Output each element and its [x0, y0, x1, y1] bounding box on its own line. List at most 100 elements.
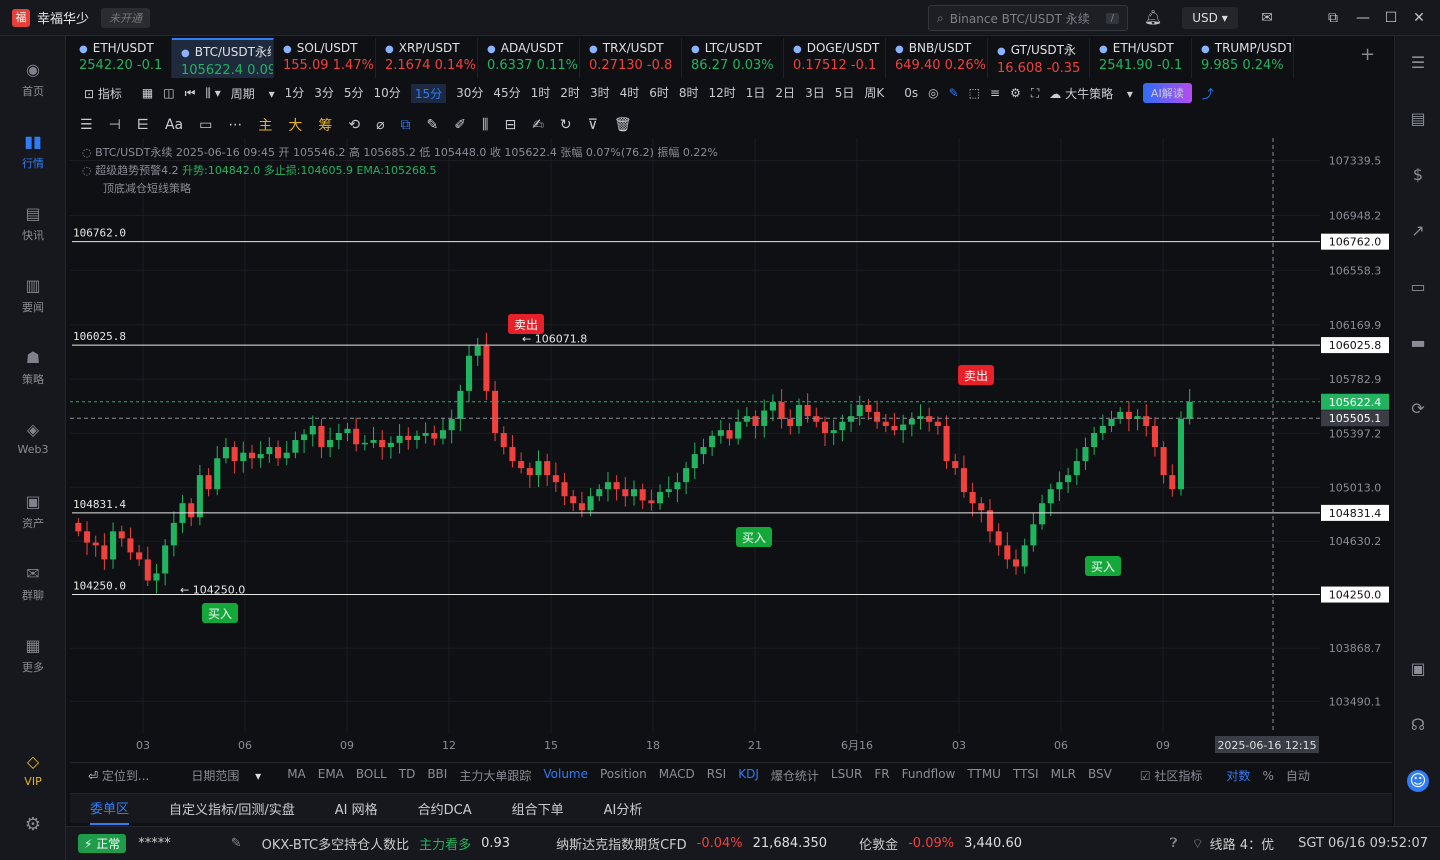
- indicator-TTSI[interactable]: TTSI: [1013, 767, 1039, 784]
- indicator-主力大单跟踪[interactable]: 主力大单跟踪: [459, 767, 531, 784]
- indicator-Fundflow[interactable]: Fundflow: [902, 767, 956, 784]
- interval-2日[interactable]: 2日: [775, 84, 795, 103]
- brush-icon[interactable]: ✐: [454, 117, 466, 133]
- calendar-icon[interactable]: ▦: [142, 86, 153, 100]
- monitor-icon[interactable]: ▭: [1407, 276, 1429, 298]
- chip-tool[interactable]: 筹: [318, 115, 332, 135]
- analysis-icon[interactable]: ↗: [1407, 220, 1429, 242]
- indicator-MA[interactable]: MA: [287, 767, 306, 784]
- symbol-tab[interactable]: ETH/USDT2542.20 -0.1: [70, 38, 172, 78]
- symbol-tab[interactable]: SOL/USDT155.09 1.47%: [274, 38, 376, 78]
- hline-icon[interactable]: ⊣: [109, 117, 121, 133]
- menu-icon[interactable]: ☰: [80, 117, 93, 133]
- panel-tab[interactable]: 合约DCA: [418, 799, 472, 818]
- chart-type-icon[interactable]: ⫼ ▾: [205, 86, 220, 101]
- close-icon[interactable]: ✕: [1410, 9, 1428, 27]
- interval-3日[interactable]: 3日: [805, 84, 825, 103]
- indicator-BSV[interactable]: BSV: [1088, 767, 1112, 784]
- search-input[interactable]: ⌕ Binance BTC/USDT 永续 /: [928, 5, 1128, 31]
- layout-icon[interactable]: ⬚: [969, 86, 980, 100]
- log-scale-toggle[interactable]: 对数: [1226, 767, 1250, 784]
- sidebar-item-1[interactable]: ▮▮ 行情: [0, 132, 66, 171]
- indicator-KDJ[interactable]: KDJ: [738, 767, 759, 784]
- ai-button[interactable]: AI解读: [1142, 83, 1192, 103]
- edit-icon[interactable]: ✎: [231, 836, 242, 851]
- symbol-tab[interactable]: GT/USDT永16.608 -0.35: [988, 38, 1090, 78]
- panel-tab[interactable]: 自定义指标/回测/实盘: [169, 799, 295, 818]
- interval-1分[interactable]: 1分: [285, 84, 305, 103]
- community-indicators[interactable]: ☑ 社区指标: [1140, 767, 1215, 784]
- membership-badge[interactable]: 未开通: [101, 7, 151, 28]
- lock-icon[interactable]: ⊟: [504, 117, 516, 133]
- multiline-icon[interactable]: ⋿: [137, 117, 149, 133]
- symbol-tab[interactable]: TRX/USDT0.27130 -0.8: [580, 38, 682, 78]
- settings-icon[interactable]: ⚙: [0, 814, 66, 835]
- copy-icon[interactable]: ⧉: [401, 117, 411, 133]
- sidebar-item-9[interactable]: ◇ VIP: [0, 752, 66, 788]
- sidebar-item-6[interactable]: ▣ 资产: [0, 492, 66, 531]
- symbol-tab[interactable]: BNB/USDT649.40 0.26%: [886, 38, 988, 78]
- mail-icon[interactable]: ✉: [1258, 9, 1276, 27]
- add-tab-icon[interactable]: +: [1360, 44, 1375, 65]
- draw-icon[interactable]: ✎: [949, 86, 959, 100]
- layout-split-icon[interactable]: ◫: [163, 86, 174, 100]
- sidebar-item-7[interactable]: ✉ 群聊: [0, 564, 66, 603]
- panel-tab[interactable]: AI分析: [604, 799, 643, 818]
- interval-5分[interactable]: 5分: [344, 84, 364, 103]
- panel-tab[interactable]: 委单区: [90, 792, 130, 825]
- percent-toggle[interactable]: %: [1262, 769, 1273, 783]
- interval-1日[interactable]: 1日: [746, 84, 766, 103]
- interval-6时[interactable]: 6时: [649, 84, 669, 103]
- card-icon[interactable]: ▬: [1407, 332, 1429, 354]
- list-icon[interactable]: ≡: [990, 86, 1000, 100]
- indicator-LSUR[interactable]: LSUR: [831, 767, 862, 784]
- indicator-爆仓统计[interactable]: 爆仓统计: [771, 767, 819, 784]
- symbol-tab[interactable]: BTC/USDT永续105622.4 0.09%: [172, 38, 274, 78]
- indicator-TD[interactable]: TD: [399, 767, 416, 784]
- replay-icon[interactable]: ⏮: [185, 86, 196, 101]
- auto-toggle[interactable]: 自动: [1286, 767, 1310, 784]
- camera-icon[interactable]: ◎: [928, 86, 938, 100]
- panel-tab[interactable]: AI 网格: [335, 799, 378, 818]
- interval-10分[interactable]: 10分: [374, 84, 401, 103]
- more-icon[interactable]: ⋯: [228, 117, 242, 133]
- main-tool[interactable]: 主: [258, 115, 272, 135]
- panel-tab[interactable]: 组合下单: [512, 799, 564, 818]
- layout-icon[interactable]: ▣: [1407, 658, 1429, 680]
- price-chart[interactable]: 03 06 09 12 15 18 21 6月16 03 06 09 107339.5 106948.2…: [70, 138, 1392, 758]
- maximize-icon[interactable]: ☐: [1382, 9, 1400, 27]
- symbol-tab[interactable]: ADA/USDT0.6337 0.11%: [478, 38, 580, 78]
- sidebar-item-2[interactable]: ▤ 快讯: [0, 204, 66, 243]
- interval-15分[interactable]: 15分: [410, 83, 447, 103]
- indicator-FR[interactable]: FR: [874, 767, 889, 784]
- period-dropdown[interactable]: 周期 ▾: [231, 85, 275, 102]
- trash-icon[interactable]: 🗑︎: [614, 117, 632, 133]
- indicator-RSI[interactable]: RSI: [707, 767, 727, 784]
- indicator-EMA[interactable]: EMA: [318, 767, 344, 784]
- watchlist-icon[interactable]: ☰: [1407, 52, 1429, 74]
- symbol-tab[interactable]: DOGE/USDT0.17512 -0.1: [784, 38, 886, 78]
- filter-icon[interactable]: ⊽: [588, 117, 598, 133]
- help-icon[interactable]: ❓︎: [1170, 836, 1178, 851]
- sidebar-item-3[interactable]: ▥ 要闻: [0, 276, 66, 315]
- headset-icon[interactable]: ☊: [1407, 714, 1429, 736]
- indicator-TTMU[interactable]: TTMU: [967, 767, 1001, 784]
- interval-45分[interactable]: 45分: [493, 84, 520, 103]
- minimize-icon[interactable]: —: [1354, 9, 1372, 27]
- ruler-icon[interactable]: ▭: [199, 117, 212, 133]
- sidebar-item-0[interactable]: ◉ 首页: [0, 60, 66, 99]
- settings-icon[interactable]: ⚙: [1010, 86, 1021, 100]
- text-tool[interactable]: Aa: [165, 117, 183, 133]
- note-icon[interactable]: ✍: [532, 117, 544, 133]
- orderbook-icon[interactable]: ▤: [1407, 108, 1429, 130]
- pen-icon[interactable]: ✎: [427, 117, 439, 133]
- interval-3分[interactable]: 3分: [314, 84, 334, 103]
- locate-button[interactable]: ⏎ 定位到...: [88, 767, 161, 784]
- date-range-dropdown[interactable]: 日期范围 ▾: [191, 767, 261, 784]
- sidebar-item-5[interactable]: ◈ Web3: [0, 420, 66, 456]
- indicator-MLR[interactable]: MLR: [1051, 767, 1076, 784]
- symbol-tab[interactable]: ETH/USDT2541.90 -0.1: [1090, 38, 1192, 78]
- bell-icon[interactable]: 🔔︎: [1144, 9, 1162, 27]
- symbol-tab[interactable]: XRP/USDT2.1674 0.14%: [376, 38, 478, 78]
- interval-12时[interactable]: 12时: [709, 84, 736, 103]
